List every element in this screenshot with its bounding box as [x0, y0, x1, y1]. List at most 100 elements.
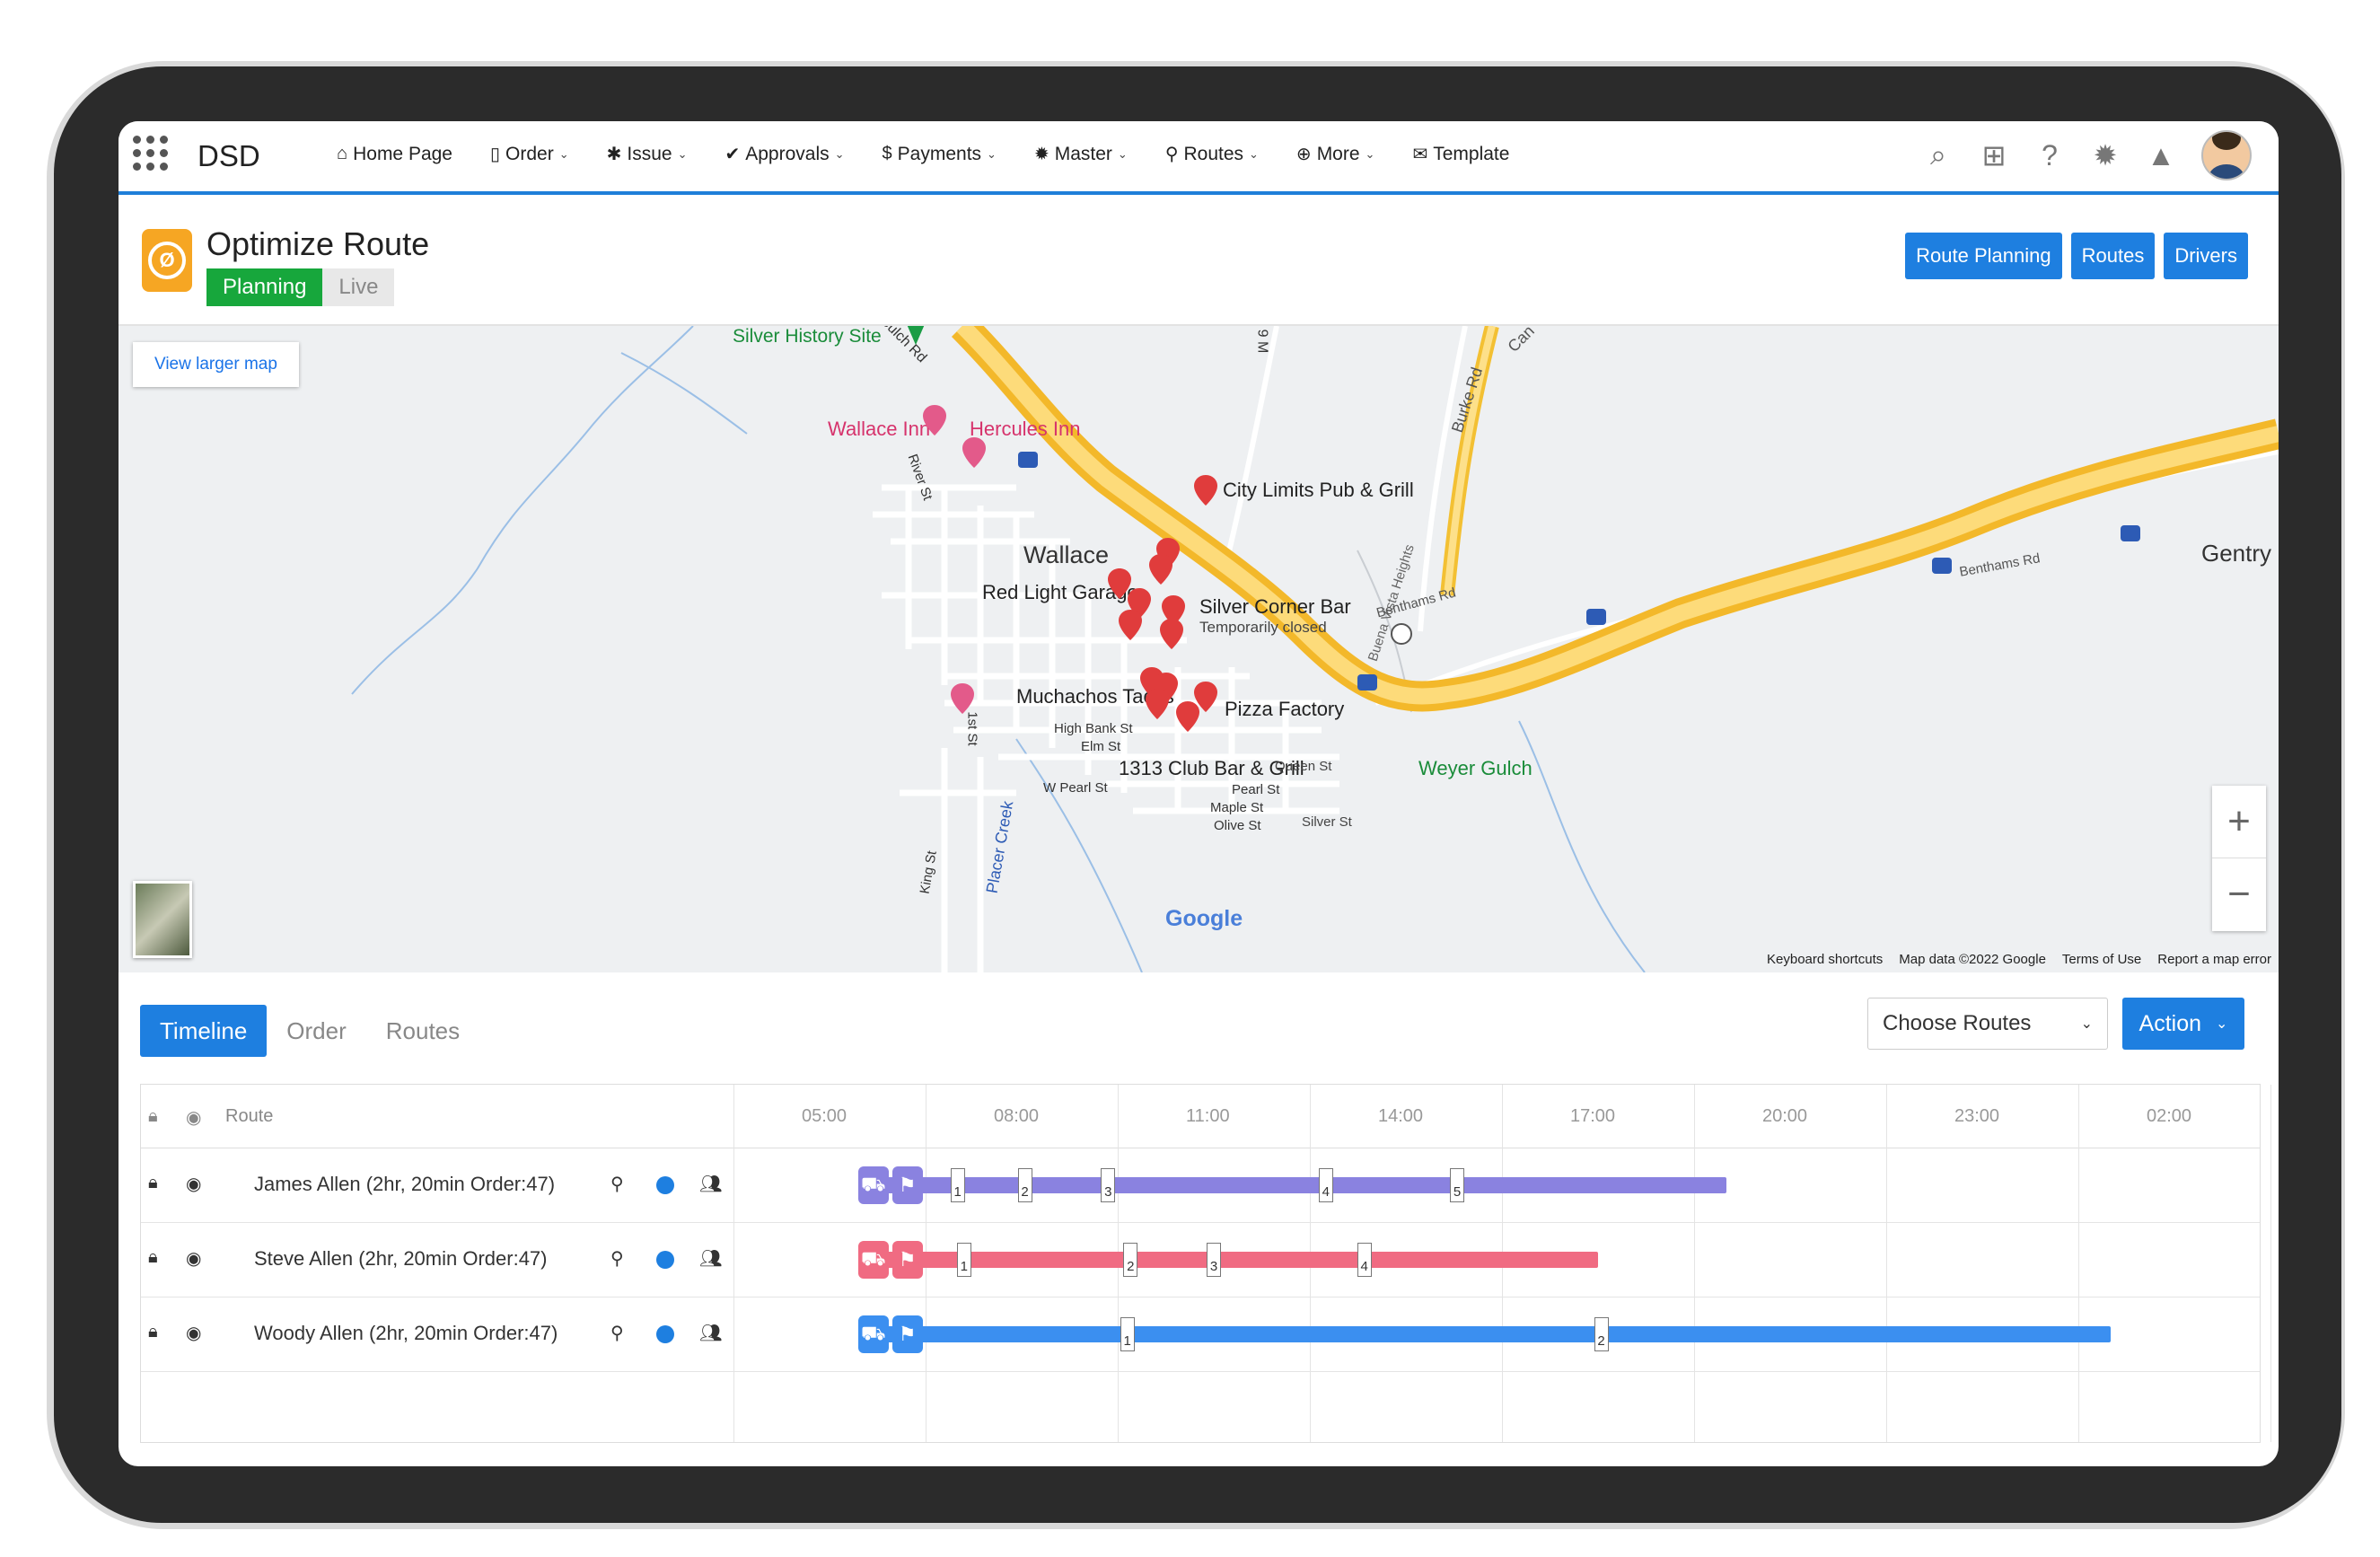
map-label-silver-corner[interactable]: Silver Corner Bar — [1199, 595, 1351, 619]
map-pin-icon[interactable]: ⚲ — [610, 1322, 624, 1344]
restaurant-pin-icon[interactable] — [1149, 554, 1172, 585]
eye-icon[interactable]: ◉ — [186, 1322, 201, 1344]
lock-icon[interactable]: 🔒︎ — [148, 1173, 158, 1193]
zoom-out-icon[interactable]: − — [2212, 858, 2266, 930]
action-label: Action — [2138, 1010, 2202, 1036]
satellite-toggle[interactable] — [133, 881, 192, 958]
nav-item-payments[interactable]: $ Payments ⌄ — [883, 143, 997, 165]
report-map-error-link[interactable]: Report a map error — [2157, 952, 2271, 967]
map-label-silver-st: Silver St — [1302, 814, 1352, 830]
restaurant-pin-icon[interactable] — [1176, 701, 1199, 732]
chevron-down-icon: ⌄ — [677, 146, 688, 161]
restaurant-pin-icon[interactable] — [1119, 610, 1142, 640]
add-square-icon[interactable]: ⊞ — [1979, 139, 2009, 172]
map-label-silver-history[interactable]: Silver History Site — [733, 326, 882, 347]
route-stop-marker[interactable]: 3 — [1101, 1168, 1116, 1202]
choose-routes-select[interactable]: Choose Routes ⌄ — [1867, 998, 2108, 1050]
chevron-down-icon: ⌄ — [2216, 1016, 2228, 1032]
route-stop-marker[interactable]: 1 — [956, 1243, 971, 1277]
hotel-pin-icon[interactable] — [951, 683, 974, 714]
route-stop-marker[interactable]: 1 — [950, 1168, 965, 1202]
flag-icon[interactable]: ⚑ — [891, 1315, 923, 1353]
zoom-in-icon[interactable]: + — [2212, 786, 2266, 858]
route-stop-marker[interactable]: 2 — [1017, 1168, 1032, 1202]
user-avatar[interactable] — [2201, 130, 2252, 180]
view-larger-map-link[interactable]: View larger map — [133, 342, 299, 387]
route-timeline-bar[interactable] — [861, 1326, 2111, 1342]
bell-icon[interactable]: ▲ — [2146, 139, 2176, 172]
lock-icon[interactable]: 🔒︎ — [148, 1322, 158, 1342]
nav-item-template[interactable]: ✉ Template — [1412, 143, 1509, 165]
routes-button[interactable]: Routes — [2070, 233, 2156, 279]
map-label-olive-st: Olive St — [1214, 818, 1261, 833]
restaurant-pin-icon[interactable] — [1160, 619, 1183, 649]
route-stop-marker[interactable]: 3 — [1207, 1243, 1221, 1277]
dollar-icon: $ — [882, 144, 892, 163]
search-icon[interactable]: ⌕ — [1923, 138, 1954, 171]
action-button[interactable]: Action ⌄ — [2122, 998, 2244, 1050]
truck-icon[interactable]: ⛟ — [857, 1315, 889, 1353]
route-timeline-bar[interactable] — [861, 1252, 1598, 1268]
route-stop-marker[interactable]: 2 — [1123, 1243, 1138, 1277]
eye-icon[interactable]: ◉ — [186, 1247, 201, 1270]
route-color-dot[interactable] — [656, 1176, 674, 1194]
map-pin-icon[interactable]: ⚲ — [610, 1173, 624, 1195]
planning-toggle[interactable]: Planning — [206, 268, 323, 306]
app-grid-icon[interactable] — [133, 136, 169, 172]
lock-icon[interactable]: 🔒︎ — [148, 1247, 158, 1268]
keyboard-shortcuts-link[interactable]: Keyboard shortcuts — [1767, 952, 1883, 967]
gear-icon[interactable]: ✹ — [2090, 139, 2121, 172]
truck-icon[interactable]: ⛟ — [857, 1241, 889, 1279]
route-planning-button[interactable]: Route Planning — [1905, 233, 2062, 279]
map-label-city-limits[interactable]: City Limits Pub & Grill — [1223, 479, 1414, 502]
map-label-weyer-gulch: Weyer Gulch — [1418, 757, 1533, 779]
restaurant-pin-icon[interactable] — [1146, 689, 1169, 719]
tab-routes[interactable]: Routes — [366, 1005, 479, 1057]
users-icon[interactable]: 👥︎ — [699, 1247, 722, 1270]
nav-item-more[interactable]: ⊕ More ⌄ — [1296, 143, 1375, 165]
map-label-wallace-inn[interactable]: Wallace Inn — [828, 418, 930, 441]
route-stop-marker[interactable]: 4 — [1318, 1168, 1333, 1202]
route-stop-marker[interactable]: 2 — [1594, 1317, 1609, 1351]
nav-item-routes[interactable]: ⚲ Routes ⌄ — [1165, 143, 1259, 165]
map-label-pizza-factory[interactable]: Pizza Factory — [1225, 698, 1344, 721]
map-data-text: Map data ©2022 Google — [1899, 952, 2046, 967]
map-pin-icon[interactable]: ⚲ — [610, 1247, 624, 1270]
truck-icon[interactable]: ⛟ — [857, 1166, 889, 1204]
route-stop-marker[interactable]: 1 — [1120, 1317, 1135, 1351]
route-color-dot[interactable] — [656, 1251, 674, 1269]
flag-icon[interactable]: ⚑ — [891, 1241, 923, 1279]
terms-of-use-link[interactable]: Terms of Use — [2062, 952, 2141, 967]
park-pin-icon[interactable] — [907, 326, 925, 347]
nav-item-issue[interactable]: ✱ Issue ⌄ — [607, 143, 688, 165]
live-toggle[interactable]: Live — [322, 268, 395, 306]
tab-timeline[interactable]: Timeline — [140, 1005, 268, 1057]
home-icon: ⌂ — [337, 144, 348, 163]
nav-item-home-page[interactable]: ⌂ Home Page — [337, 143, 452, 165]
map-label-gentry: Gentry — [2201, 540, 2272, 567]
time-tick-label: 17:00 — [1570, 1106, 1616, 1126]
route-stop-marker[interactable]: 5 — [1450, 1168, 1465, 1202]
users-icon[interactable]: 👥︎ — [699, 1173, 722, 1195]
tab-order[interactable]: Order — [267, 1005, 365, 1057]
help-icon[interactable]: ? — [2034, 139, 2065, 172]
hotel-pin-icon[interactable] — [962, 437, 986, 468]
nav-item-master[interactable]: ✹ Master ⌄ — [1034, 143, 1128, 165]
view-tabs: Timeline Order Routes — [140, 1005, 479, 1057]
nav-item-approvals[interactable]: ✔ Approvals ⌄ — [725, 143, 844, 165]
drivers-button[interactable]: Drivers — [2164, 233, 2248, 279]
map-label-hercules-inn[interactable]: Hercules Inn — [970, 418, 1081, 441]
route-timeline-bar[interactable] — [861, 1177, 1726, 1193]
route-color-dot[interactable] — [656, 1325, 674, 1343]
flag-icon[interactable]: ⚑ — [891, 1166, 923, 1204]
nav-item-order[interactable]: ▯ Order ⌄ — [490, 143, 569, 165]
restaurant-pin-icon[interactable] — [1194, 475, 1217, 506]
eye-icon[interactable]: ◉ — [186, 1173, 201, 1195]
grid-line — [1886, 1085, 1887, 1442]
hotel-pin-icon[interactable] — [923, 405, 946, 435]
time-tick-label: 20:00 — [1762, 1106, 1808, 1126]
route-stop-marker[interactable]: 4 — [1357, 1243, 1372, 1277]
brand-name[interactable]: DSD — [198, 139, 260, 173]
users-icon[interactable]: 👥︎ — [699, 1322, 722, 1344]
route-map[interactable]: View larger map Silver History Site Gulc… — [119, 326, 2279, 972]
